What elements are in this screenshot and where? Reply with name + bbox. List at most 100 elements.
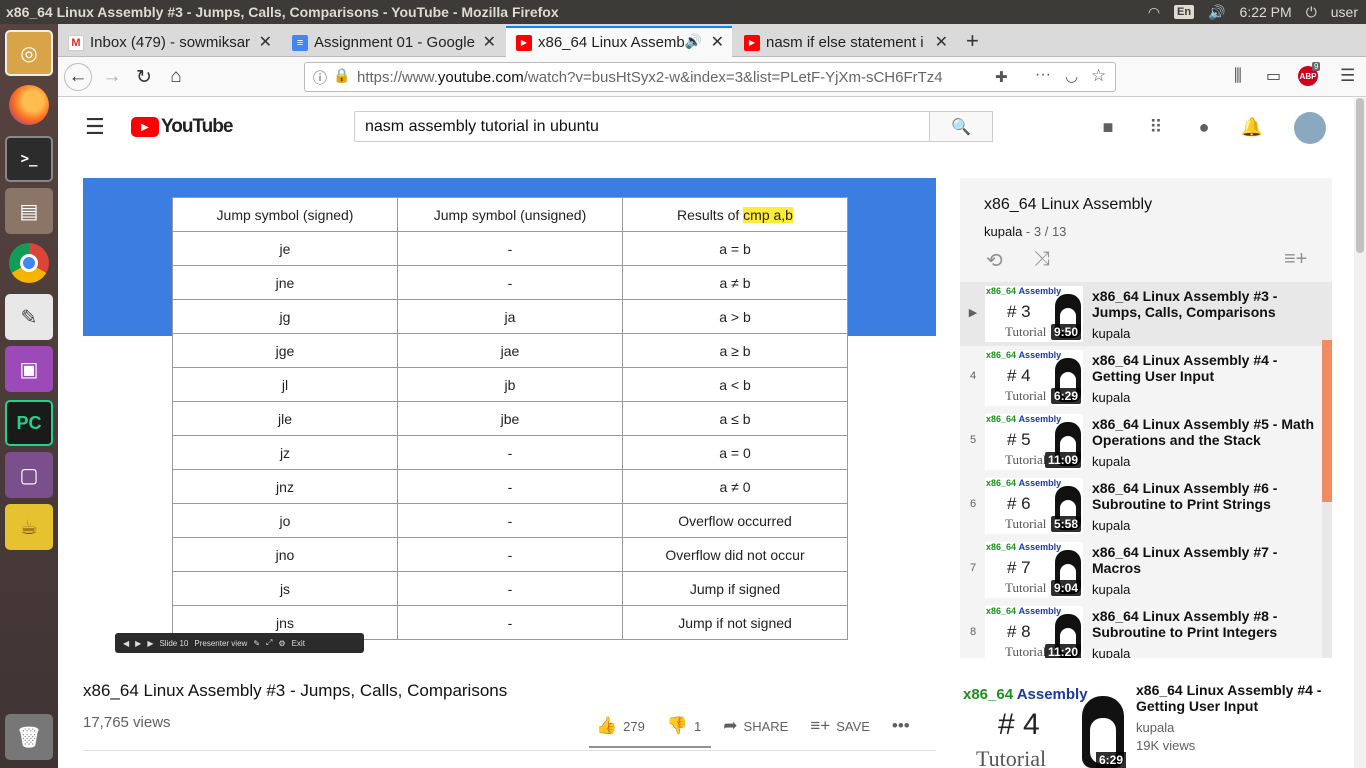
hamburger-menu-icon[interactable]: ☰ (85, 114, 105, 140)
playlist-add-icon[interactable]: ≡+ (1284, 248, 1307, 271)
playlist-item-title[interactable]: x86_64 Linux Assembly #4 - Getting User … (1092, 352, 1317, 384)
table-row: jle jbe a ≤ b (172, 401, 848, 436)
menu-icon[interactable]: ☰ (1340, 66, 1355, 86)
back-icon[interactable]: ← (64, 63, 92, 91)
search-button[interactable]: 🔍 (929, 111, 993, 142)
system-tray: ◠ En 🔊 6:22 PM ⏻ user (1148, 0, 1358, 24)
firefox-icon[interactable] (5, 82, 53, 128)
terminal-icon[interactable]: >_ (5, 136, 53, 182)
teapot-icon[interactable]: ☕ (5, 504, 53, 550)
tab-youtube-nasm[interactable]: ▶ nasm if else statement i ✕ (734, 28, 956, 57)
like-button[interactable]: 👍 279 (596, 716, 645, 736)
wifi-icon[interactable]: ◠ (1148, 4, 1160, 21)
pen-icon[interactable]: ✎ (253, 639, 260, 648)
recommended-video[interactable]: x86_64 Assembly # 4 Tutorial 6:29 x86_64… (960, 680, 1332, 768)
exit-button[interactable]: Exit (292, 639, 305, 648)
messages-icon[interactable]: ● (1192, 115, 1216, 139)
tab-youtube-active[interactable]: ▶ x86_64 Linux Assemb 🔊 ✕ (506, 26, 732, 57)
video-thumbnail[interactable]: x86_64 Assembly # 5 Tutorial 11:09 (985, 414, 1083, 470)
page-scrollbar[interactable] (1354, 98, 1366, 768)
search-input[interactable] (354, 111, 930, 142)
app-window-icon[interactable]: ▣ (5, 346, 53, 392)
playlist-channel[interactable]: kupala (984, 224, 1022, 239)
video-thumbnail[interactable]: x86_64 Assembly # 4 Tutorial 6:29 (960, 680, 1128, 768)
youtube-logo[interactable]: ▶ YouTube (131, 116, 233, 138)
playlist-title[interactable]: x86_64 Linux Assembly (984, 196, 1152, 214)
ubuntu-dash-icon[interactable]: ◎ (5, 30, 53, 76)
list-item[interactable]: 8 x86_64 Assembly # 8 Tutorial 11:20 x86_64… (960, 602, 1322, 658)
tab-title: nasm if else statement i (766, 34, 924, 51)
chrome-icon[interactable] (5, 240, 53, 286)
fullscreen-icon[interactable]: ⤢ (266, 638, 272, 648)
trash-icon[interactable]: 🗑 (5, 714, 53, 760)
playlist-item-title[interactable]: x86_64 Linux Assembly #6 - Subroutine to… (1092, 480, 1317, 512)
settings-gear-icon[interactable]: ⚙ (278, 639, 285, 648)
user-name[interactable]: user (1331, 4, 1358, 20)
speaker-icon[interactable]: 🔊 (685, 33, 702, 50)
list-item[interactable]: 7 x86_64 Assembly # 7 Tutorial 9:04 x86_64 … (960, 538, 1322, 602)
table-cell: - (397, 503, 623, 538)
tab-gmail[interactable]: M Inbox (479) - sowmiksar ✕ (58, 28, 280, 57)
video-player[interactable]: Jump symbol (signed) Jump symbol (unsign… (83, 178, 936, 657)
keyboard-layout-indicator[interactable]: En (1174, 5, 1195, 19)
files-icon[interactable]: ▤ (5, 188, 53, 234)
page-scrollbar-thumb[interactable] (1356, 98, 1364, 253)
table-row: jnz - a ≠ 0 (172, 469, 848, 504)
video-thumbnail[interactable]: x86_64 Assembly # 7 Tutorial 9:04 (985, 542, 1083, 598)
close-icon[interactable]: ✕ (259, 32, 272, 52)
avatar[interactable] (1294, 112, 1326, 144)
url-bar[interactable]: ⓘ 🔒 https://www.youtube.com/watch?v=busH… (304, 62, 1116, 92)
next-slide-icon[interactable]: ▶ (147, 639, 153, 648)
display-icon[interactable]: ▢ (5, 452, 53, 498)
power-icon[interactable]: ⏻ (1306, 4, 1317, 21)
create-video-icon[interactable]: ■ (1096, 115, 1120, 139)
list-item[interactable]: 5 x86_64 Assembly # 5 Tutorial 11:09 x86_64… (960, 410, 1322, 474)
pycharm-icon[interactable]: PC (5, 400, 53, 446)
new-tab-icon[interactable]: + (966, 28, 979, 54)
table-cell: js (172, 571, 398, 606)
close-icon[interactable]: ✕ (935, 32, 948, 52)
apps-grid-icon[interactable]: ⠿ (1144, 115, 1168, 139)
library-icon[interactable]: ⫼ (1234, 66, 1242, 86)
more-options-button[interactable]: ••• (892, 716, 910, 736)
prev-slide-icon[interactable]: ◀ (123, 639, 129, 648)
more-actions-icon[interactable]: ··· (1035, 66, 1051, 84)
video-thumbnail[interactable]: x86_64 Assembly # 8 Tutorial 11:20 (985, 606, 1083, 658)
dislike-button[interactable]: 👎 1 (667, 716, 701, 736)
presenter-view-button[interactable]: Presenter view (194, 639, 247, 648)
share-label: SHARE (743, 718, 789, 734)
notifications-bell-icon[interactable]: 🔔 (1240, 115, 1264, 139)
recommended-title[interactable]: x86_64 Linux Assembly #4 - Getting User … (1136, 682, 1326, 714)
loop-icon[interactable]: ⟲ (986, 248, 1003, 273)
pocket-icon[interactable]: ◡ (1065, 67, 1078, 85)
forward-icon[interactable]: → (98, 63, 126, 91)
play-icon[interactable]: ▶ (135, 639, 141, 648)
info-icon[interactable]: ⓘ (313, 68, 327, 88)
close-icon[interactable]: ✕ (483, 32, 496, 52)
sidebar-icon[interactable]: ▭ (1266, 66, 1281, 86)
playlist-scrollbar-thumb[interactable] (1322, 340, 1332, 502)
thumbs-down-icon: 👎 (666, 716, 689, 735)
puzzle-icon[interactable]: ✚ (995, 68, 1008, 86)
close-icon[interactable]: ✕ (711, 32, 724, 52)
home-icon[interactable]: ⌂ (162, 63, 190, 91)
playlist-item-title[interactable]: x86_64 Linux Assembly #3 - Jumps, Calls,… (1092, 288, 1317, 320)
volume-icon[interactable]: 🔊 (1208, 4, 1225, 21)
shuffle-icon[interactable]: ⤨ (1034, 248, 1050, 271)
list-item[interactable]: 4 x86_64 Assembly # 4 Tutorial 6:29 x86_64 … (960, 346, 1322, 410)
clock[interactable]: 6:22 PM (1240, 4, 1292, 20)
video-thumbnail[interactable]: x86_64 Assembly # 4 Tutorial 6:29 (985, 350, 1083, 406)
save-button[interactable]: ≡+ SAVE (810, 716, 870, 736)
text-editor-icon[interactable]: ✎ (5, 294, 53, 340)
bookmark-star-icon[interactable]: ☆ (1091, 66, 1106, 86)
video-thumbnail[interactable]: x86_64 Assembly # 6 Tutorial 5:58 (985, 478, 1083, 534)
list-item[interactable]: 6 x86_64 Assembly # 6 Tutorial 5:58 x86_64 … (960, 474, 1322, 538)
video-thumbnail[interactable]: x86_64 Assembly # 3 Tutorial 9:50 (985, 286, 1083, 342)
playlist-item-title[interactable]: x86_64 Linux Assembly #8 - Subroutine to… (1092, 608, 1317, 640)
share-button[interactable]: ➦ SHARE (723, 716, 788, 736)
playlist-item-title[interactable]: x86_64 Linux Assembly #5 - Math Operatio… (1092, 416, 1317, 448)
list-item[interactable]: ▶ x86_64 Assembly # 3 Tutorial 9:50 x86_64 … (960, 282, 1322, 346)
tab-google-docs[interactable]: ≡ Assignment 01 - Google ✕ (282, 28, 504, 57)
reload-icon[interactable]: ↻ (130, 63, 158, 91)
playlist-item-title[interactable]: x86_64 Linux Assembly #7 - Macros (1092, 544, 1317, 576)
